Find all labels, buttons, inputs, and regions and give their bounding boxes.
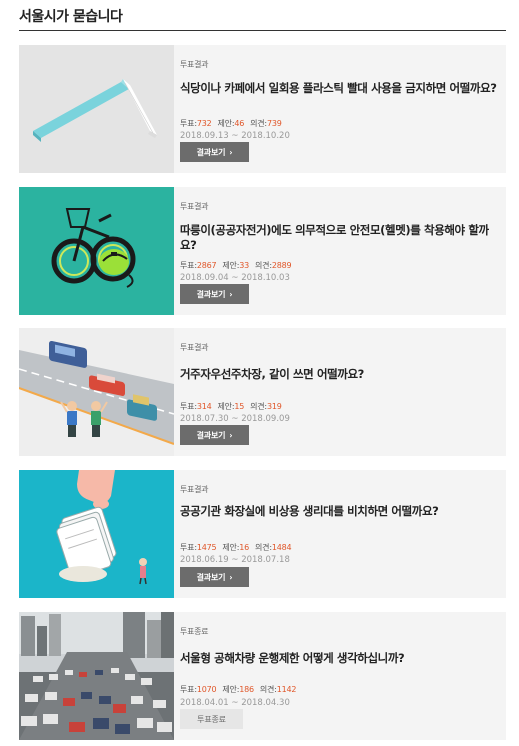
- poll-stats: 투표:1475 제안:16 의견:1484: [180, 543, 292, 552]
- poll-stats: 투표:2867 제안:33 의견:2889: [180, 261, 292, 270]
- bicycle-helmet-image[interactable]: [19, 187, 174, 315]
- poll-stats: 투표:732 제안:46 의견:739: [180, 119, 282, 128]
- poll-title[interactable]: 공공기관 화장실에 비상용 생리대를 비치하면 어떨까요?: [180, 504, 498, 519]
- chevron-right-icon: ›: [229, 289, 233, 299]
- poll-info: 투표종료 서울형 공해차량 운행제한 어떻게 생각하십니까? 투표:1070 제안…: [180, 612, 498, 740]
- poll-status: 투표결과: [180, 202, 209, 211]
- page-header: 서울시가 묻습니다: [19, 8, 506, 31]
- poll-stats: 투표:314 제안:15 의견:319: [180, 402, 282, 411]
- poll-status: 투표종료: [180, 627, 209, 636]
- poll-info: 투표결과 따릉이(공공자전거)에도 의무적으로 안전모(헬멧)를 착용해야 할까…: [180, 187, 498, 315]
- poll-period: 2018.09.13 ~ 2018.10.20: [180, 131, 290, 141]
- view-results-button[interactable]: 결과보기 ›: [180, 284, 249, 304]
- page-title: 서울시가 묻습니다: [19, 9, 123, 25]
- voting-ended-button[interactable]: 투표종료: [180, 709, 243, 729]
- poll-period: 2018.06.19 ~ 2018.07.18: [180, 555, 290, 565]
- poll-card[interactable]: 투표결과 공공기관 화장실에 비상용 생리대를 비치하면 어떨까요? 투표:14…: [19, 470, 506, 598]
- view-results-label: 결과보기: [196, 289, 226, 299]
- poll-status: 투표결과: [180, 60, 209, 69]
- poll-status: 투표결과: [180, 343, 209, 352]
- poll-stats: 투표:1070 제안:186 의견:1142: [180, 685, 297, 694]
- view-results-label: 결과보기: [196, 147, 226, 157]
- voting-ended-label: 투표종료: [197, 714, 226, 724]
- chevron-right-icon: ›: [229, 147, 233, 157]
- poll-card[interactable]: 투표종료 서울형 공해차량 운행제한 어떻게 생각하십니까? 투표:1070 제안…: [19, 612, 506, 740]
- poll-title[interactable]: 서울형 공해차량 운행제한 어떻게 생각하십니까?: [180, 651, 498, 666]
- view-results-label: 결과보기: [196, 430, 226, 440]
- poll-status: 투표결과: [180, 485, 209, 494]
- view-results-label: 결과보기: [196, 572, 226, 582]
- poll-period: 2018.09.04 ~ 2018.10.03: [180, 273, 290, 283]
- poll-info: 투표결과 거주자우선주차장, 같이 쓰면 어떨까요? 투표:314 제안:15 의견…: [180, 328, 498, 456]
- view-results-button[interactable]: 결과보기 ›: [180, 425, 249, 445]
- poll-period: 2018.07.30 ~ 2018.09.09: [180, 414, 290, 424]
- poll-info: 투표결과 공공기관 화장실에 비상용 생리대를 비치하면 어떨까요? 투표:14…: [180, 470, 498, 598]
- view-results-button[interactable]: 결과보기 ›: [180, 567, 249, 587]
- poll-title[interactable]: 따릉이(공공자전거)에도 의무적으로 안전모(헬멧)를 착용해야 할까요?: [180, 223, 498, 253]
- chevron-right-icon: ›: [229, 430, 233, 440]
- poll-title[interactable]: 거주자우선주차장, 같이 쓰면 어떨까요?: [180, 367, 498, 382]
- poll-card[interactable]: 투표결과 따릉이(공공자전거)에도 의무적으로 안전모(헬멧)를 착용해야 할까…: [19, 187, 506, 315]
- view-results-button[interactable]: 결과보기 ›: [180, 142, 249, 162]
- poll-title[interactable]: 식당이나 카페에서 일회용 플라스틱 빨대 사용을 금지하면 어떨까요?: [180, 81, 498, 96]
- poll-info: 투표결과 식당이나 카페에서 일회용 플라스틱 빨대 사용을 금지하면 어떨까요…: [180, 45, 498, 173]
- chevron-right-icon: ›: [229, 572, 233, 582]
- poll-card[interactable]: 투표결과 식당이나 카페에서 일회용 플라스틱 빨대 사용을 금지하면 어떨까요…: [19, 45, 506, 173]
- plastic-straw-image[interactable]: [19, 45, 174, 173]
- traffic-jam-image[interactable]: [19, 612, 174, 740]
- sanitary-pad-image[interactable]: [19, 470, 174, 598]
- poll-period: 2018.04.01 ~ 2018.04.30: [180, 698, 290, 708]
- parking-lot-image[interactable]: [19, 328, 174, 456]
- poll-card[interactable]: 투표결과 거주자우선주차장, 같이 쓰면 어떨까요? 투표:314 제안:15 의견…: [19, 328, 506, 456]
